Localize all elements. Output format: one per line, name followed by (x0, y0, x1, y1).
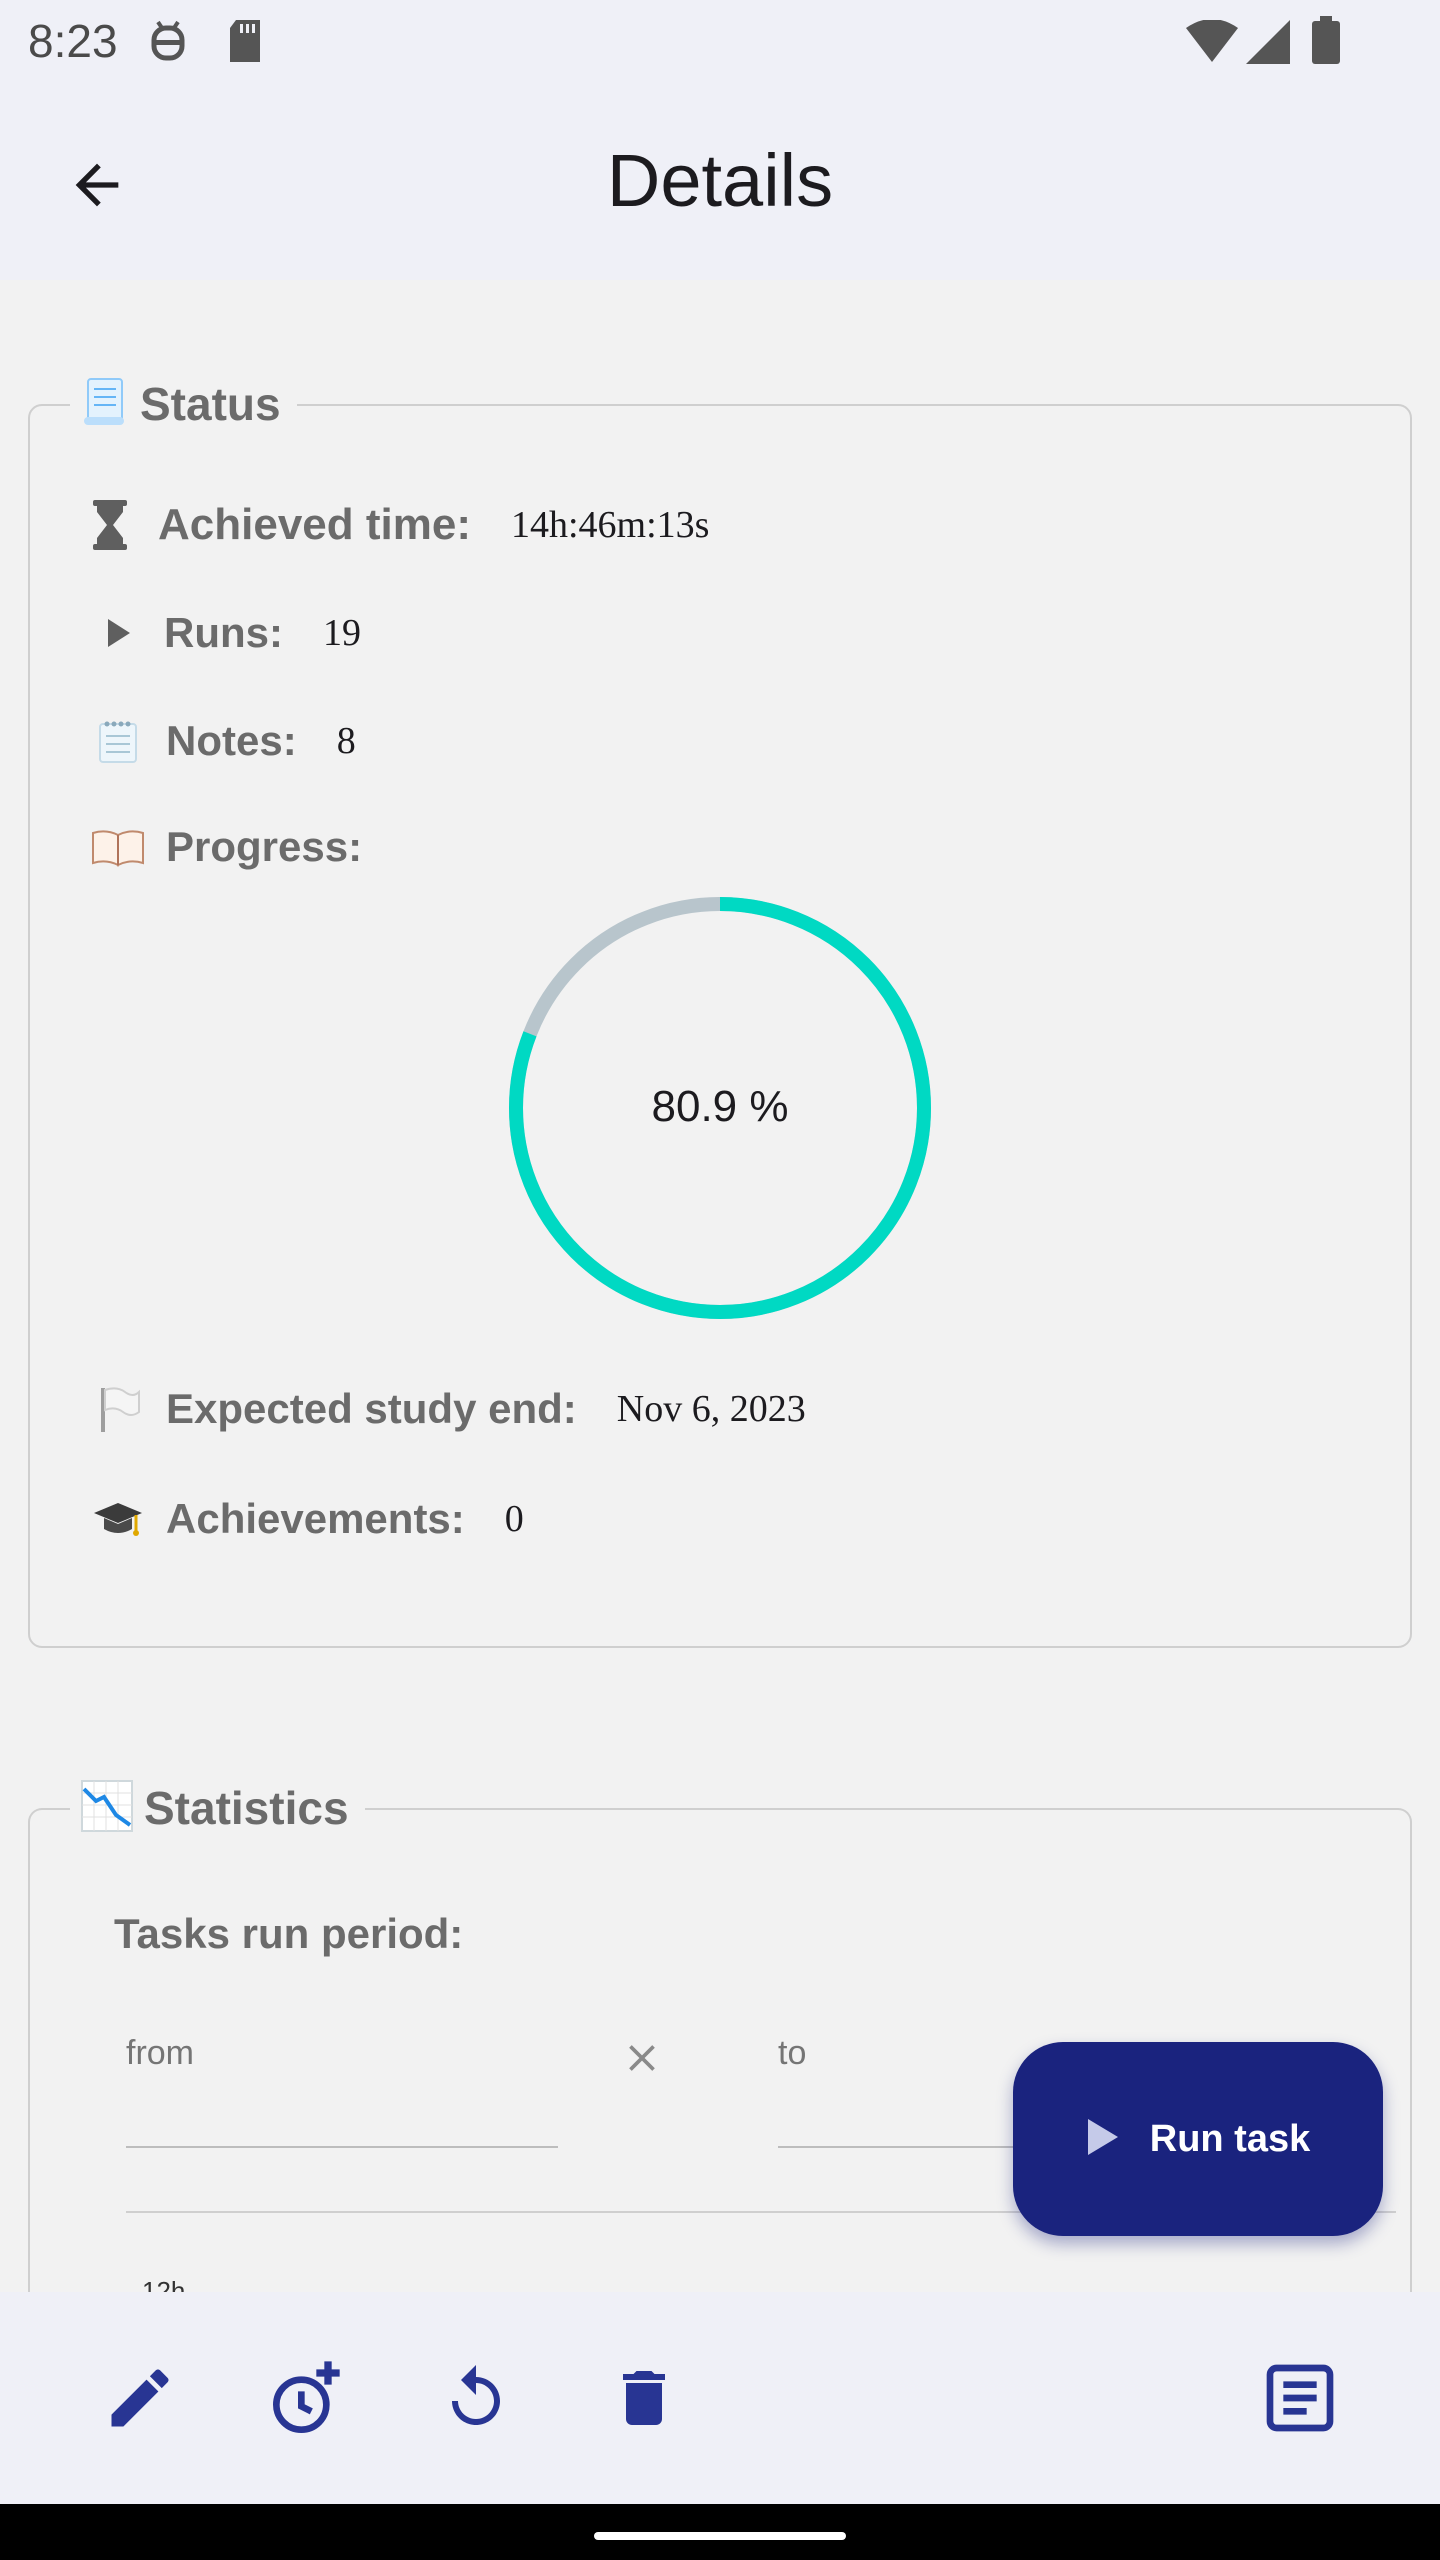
achievements-value: 0 (504, 1498, 524, 1540)
close-icon (620, 2036, 664, 2085)
tasks-run-period-label: Tasks run period: (114, 1910, 464, 1957)
clear-dates-button[interactable] (612, 2030, 672, 2090)
play-icon (104, 617, 134, 649)
system-navigation-bar (0, 2504, 1440, 2560)
runs-label: Runs: (164, 609, 283, 656)
achieved-time-label: Achieved time: (158, 500, 471, 549)
delete-button[interactable] (596, 2352, 692, 2448)
delete-icon (608, 2362, 680, 2439)
notes-label: Notes: (166, 717, 297, 764)
usb-debug-icon (148, 18, 188, 69)
scroll-emoji-icon (80, 375, 130, 434)
notes-button[interactable] (1252, 2352, 1348, 2448)
from-field-underline (126, 2146, 558, 2148)
white-flag-emoji-icon (90, 1384, 146, 1434)
top-app-bar: Details (0, 84, 1440, 280)
bottom-app-bar (0, 2292, 1440, 2504)
add-schedule-button[interactable] (260, 2352, 356, 2448)
status-legend-label: Status (140, 378, 281, 430)
chart-decreasing-emoji-icon (80, 1779, 134, 1838)
reset-icon (440, 2362, 512, 2439)
notepad-emoji-icon (90, 718, 146, 764)
signal-icon (1246, 20, 1290, 69)
notes-row: Notes: 8 (90, 706, 356, 776)
add-schedule-icon (268, 2358, 348, 2443)
graduation-cap-emoji-icon (90, 1497, 146, 1541)
runs-row: Runs: 19 (104, 598, 361, 668)
status-time: 8:23 (28, 15, 118, 67)
from-field-label: from (126, 2034, 194, 2072)
notes-icon (1260, 2358, 1340, 2443)
progress-label: Progress: (166, 823, 363, 870)
run-task-button[interactable]: Run task (1013, 2042, 1383, 2236)
achieved-time-value: 14h:46m:13s (510, 504, 710, 546)
chart-axis-label-partial: 12h (142, 2278, 185, 2292)
progress-percent: 80.9 % (651, 1082, 789, 1131)
page-title: Details (606, 139, 834, 222)
reset-button[interactable] (428, 2352, 524, 2448)
progress-row: Progress: (90, 812, 362, 882)
hourglass-icon (90, 500, 130, 550)
run-task-label: Run task (1149, 2117, 1311, 2160)
play-icon (1086, 2117, 1120, 2162)
achieved-time-row: Achieved time: 14h:46m:13s (90, 490, 709, 560)
from-date-field[interactable]: from (126, 2020, 558, 2150)
notes-value: 8 (336, 720, 356, 762)
to-field-label: to (778, 2034, 807, 2072)
expected-end-label: Expected study end: (166, 1385, 577, 1432)
progress-ring: 80.9 % (508, 896, 932, 1320)
status-bar: 8:23 (0, 0, 1440, 84)
open-book-emoji-icon (90, 827, 146, 867)
sd-card-icon (226, 18, 266, 69)
statistics-legend-label: Statistics (144, 1782, 349, 1834)
runs-value: 19 (323, 612, 361, 654)
expected-end-row: Expected study end: Nov 6, 2023 (90, 1374, 806, 1444)
battery-icon (1312, 16, 1340, 69)
achievements-row: Achievements: 0 (90, 1484, 524, 1554)
home-handle[interactable] (594, 2532, 846, 2540)
achievements-label: Achievements: (166, 1495, 465, 1542)
statistics-legend: Statistics (70, 1776, 365, 1840)
edit-button[interactable] (92, 2352, 188, 2448)
expected-end-value: Nov 6, 2023 (616, 1388, 806, 1430)
to-field-underline (778, 2146, 1018, 2148)
wifi-icon (1186, 19, 1238, 69)
edit-icon (102, 2360, 178, 2441)
status-legend: Status (70, 372, 297, 436)
